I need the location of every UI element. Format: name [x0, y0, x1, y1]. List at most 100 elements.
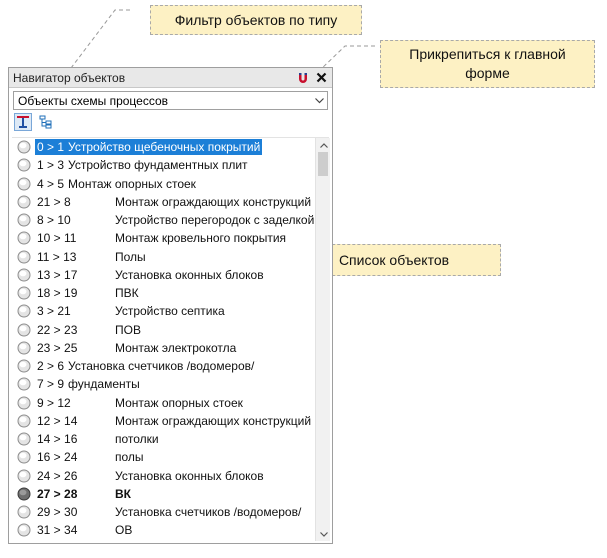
list-item[interactable]: 22 > 23 ПОВ — [13, 321, 315, 339]
list-item-text: 18 > 19 ПВК — [35, 285, 141, 301]
list-item[interactable]: 24 > 26 Установка оконных блоков — [13, 467, 315, 485]
status-circle-icon — [17, 140, 31, 154]
list-item[interactable]: 4 > 5 Монтаж опорных стоек — [13, 175, 315, 193]
list-item[interactable]: 11 > 13 Полы — [13, 248, 315, 266]
status-circle-icon — [17, 487, 31, 501]
list-item-text: 7 > 9 фундаменты — [35, 376, 142, 392]
status-circle-icon — [17, 195, 31, 209]
list-item-label: Установка оконных блоков — [115, 468, 264, 483]
list-item[interactable]: 31 > 34 ОВ — [13, 521, 315, 539]
list-item-label: Установка счетчиков /водомеров/ — [68, 359, 255, 374]
list-item-text: 21 > 8 Монтаж ограждающих конструкций — [35, 194, 313, 210]
list-item-code: 4 > 5 — [37, 176, 65, 191]
list-item[interactable]: 14 > 16 потолки — [13, 430, 315, 448]
list-item[interactable]: 23 > 25 Монтаж электрокотла — [13, 339, 315, 357]
list-item-code: 22 > 23 — [37, 322, 78, 337]
status-circle-icon — [17, 231, 31, 245]
magnet-icon[interactable] — [296, 71, 310, 85]
list-item-text: 12 > 14 Монтаж ограждающих конструкций — [35, 413, 313, 429]
filter-selected-value: Объекты схемы процессов — [18, 93, 169, 108]
close-icon[interactable] — [314, 71, 328, 85]
list-item-label: ПВК — [115, 286, 139, 301]
status-circle-icon — [17, 158, 31, 172]
tree-hierarchy-icon[interactable] — [37, 113, 55, 131]
status-circle-icon — [17, 377, 31, 391]
list-item[interactable]: 29 > 30 Установка счетчиков /водомеров/ — [13, 503, 315, 521]
status-circle-icon — [17, 268, 31, 282]
list-item-label: ВК — [115, 486, 131, 501]
list-item-label: потолки — [115, 432, 159, 447]
callout-filter-by-type: Фильтр объектов по типу — [150, 5, 362, 35]
status-circle-icon — [17, 414, 31, 428]
object-list[interactable]: 0 > 1 Устройство щебеночных покрытий 1 > 3… — [13, 138, 330, 541]
list-item-code: 27 > 28 — [37, 486, 78, 501]
list-item-label: Монтаж электрокотла — [115, 340, 237, 355]
list-item-code: 3 > 21 — [37, 304, 71, 319]
list-item-text: 2 > 6 Установка счетчиков /водомеров/ — [35, 358, 256, 374]
list-item-code: 8 > 10 — [37, 213, 71, 228]
list-item-label: фундаменты — [68, 377, 140, 392]
list-item-label: ПОВ — [115, 322, 141, 337]
callout-list-text: Список объектов — [338, 251, 450, 268]
scroll-thumb[interactable] — [318, 152, 328, 176]
list-item-code: 16 > 24 — [37, 450, 78, 465]
status-circle-icon — [17, 469, 31, 483]
list-item-label: Устройство септика — [115, 304, 225, 319]
list-item-text: 4 > 5 Монтаж опорных стоек — [35, 176, 198, 192]
list-item[interactable]: 9 > 12 Монтаж опорных стоек — [13, 394, 315, 412]
object-list-rows: 0 > 1 Устройство щебеночных покрытий 1 > 3… — [13, 138, 315, 540]
list-item[interactable]: 12 > 14 Монтаж ограждающих конструкций — [13, 412, 315, 430]
status-circle-icon — [17, 396, 31, 410]
list-item-text: 1 > 3 Устройство фундаментных плит — [35, 157, 250, 173]
list-item-label: Монтаж кровельного покрытия — [115, 231, 287, 246]
scroll-down-icon[interactable] — [316, 527, 330, 541]
list-item[interactable]: 13 > 17 Установка оконных блоков — [13, 266, 315, 284]
status-circle-icon — [17, 323, 31, 337]
scroll-up-icon[interactable] — [316, 138, 330, 152]
list-item[interactable]: 2 > 6 Установка счетчиков /водомеров/ — [13, 357, 315, 375]
list-item-label: Полы — [115, 249, 146, 264]
list-item[interactable]: 8 > 10 Устройство перегородок с заделкой — [13, 211, 315, 229]
status-circle-icon — [17, 505, 31, 519]
list-item-text: 22 > 23 ПОВ — [35, 322, 143, 338]
view-toolbar — [9, 110, 332, 134]
object-type-filter-select[interactable]: Объекты схемы процессов — [13, 91, 328, 110]
vertical-scrollbar[interactable] — [315, 138, 330, 541]
list-item-code: 10 > 11 — [37, 231, 77, 246]
list-item-text: 11 > 13 Полы — [35, 249, 148, 265]
list-item-code: 14 > 16 — [37, 432, 78, 447]
status-circle-icon — [17, 450, 31, 464]
list-item[interactable]: 7 > 9 фундаменты — [13, 375, 315, 393]
list-item[interactable]: 0 > 1 Устройство щебеночных покрытий — [13, 138, 315, 156]
list-item[interactable]: 27 > 28 ВК — [13, 485, 315, 503]
tree-flat-icon[interactable] — [14, 113, 32, 131]
status-circle-icon — [17, 304, 31, 318]
list-item-code: 1 > 3 — [37, 158, 65, 173]
list-item-text: 0 > 1 Устройство щебеночных покрытий — [35, 139, 263, 156]
list-item-text: 24 > 26 Установка оконных блоков — [35, 468, 266, 484]
list-item-code: 29 > 30 — [37, 505, 78, 520]
list-item-label: Устройство перегородок с заделкой — [115, 213, 315, 228]
chevron-down-icon — [311, 92, 327, 109]
status-circle-icon — [17, 432, 31, 446]
list-item-text: 3 > 21 Устройство септика — [35, 303, 227, 319]
list-item[interactable]: 1 > 3 Устройство фундаментных плит — [13, 156, 315, 174]
list-item-label: Монтаж опорных стоек — [115, 395, 243, 410]
status-circle-icon — [17, 359, 31, 373]
panel-titlebar: Навигатор объектов — [9, 68, 332, 88]
list-item-label: Устройство фундаментных плит — [68, 158, 248, 173]
list-item[interactable]: 16 > 24 полы — [13, 448, 315, 466]
callout-filter-text: Фильтр объектов по типу — [174, 11, 338, 28]
list-item-text: 10 > 11 Монтаж кровельного покрытия — [35, 230, 288, 246]
list-item-label: Монтаж ограждающих конструкций — [115, 413, 312, 428]
list-item-code: 24 > 26 — [37, 468, 78, 483]
list-item[interactable]: 3 > 21 Устройство септика — [13, 302, 315, 320]
object-navigator-panel: Навигатор объектов Объекты схемы процесс… — [8, 67, 333, 544]
list-item-code: 23 > 25 — [37, 340, 78, 355]
list-item[interactable]: 10 > 11 Монтаж кровельного покрытия — [13, 229, 315, 247]
status-circle-icon — [17, 213, 31, 227]
list-item[interactable]: 21 > 8 Монтаж ограждающих конструкций — [13, 193, 315, 211]
list-item-code: 18 > 19 — [37, 286, 78, 301]
list-item[interactable]: 18 > 19 ПВК — [13, 284, 315, 302]
list-item-text: 23 > 25 Монтаж электрокотла — [35, 340, 238, 356]
